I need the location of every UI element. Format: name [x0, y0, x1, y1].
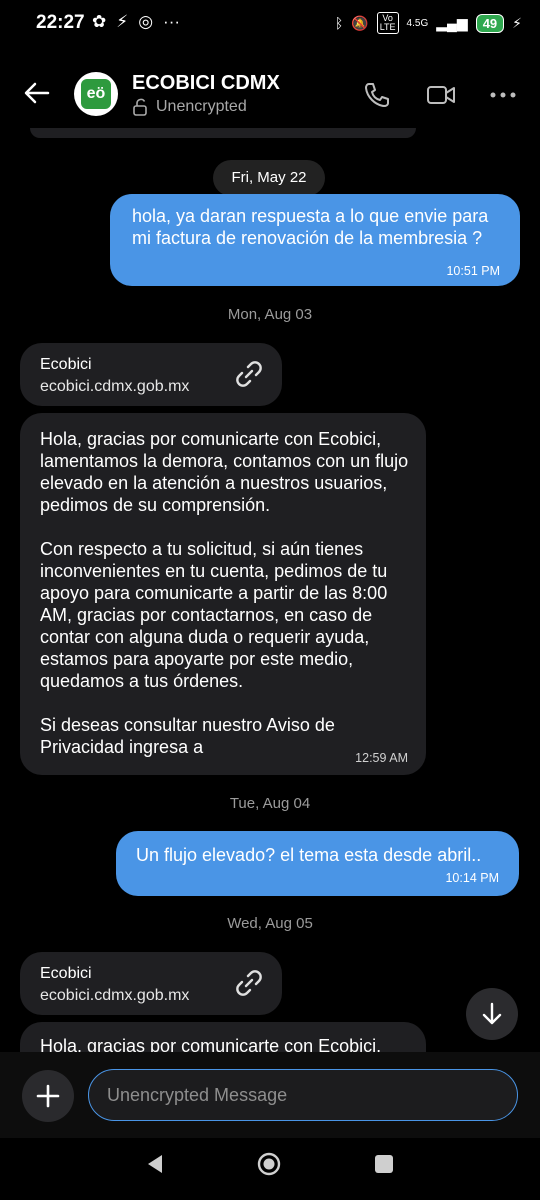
contact-avatar[interactable]: eö — [74, 72, 118, 116]
link-preview[interactable]: Ecobici ecobici.cdmx.gob.mx — [20, 952, 282, 1015]
battery-level: 49 — [475, 13, 505, 33]
message-paragraph: Si deseas consultar nuestro Aviso de Pri… — [40, 715, 335, 757]
floating-date-pill: Fri, May 22 — [213, 160, 325, 196]
mute-icon: 🔕 — [351, 14, 369, 31]
volte-icon: Vo LTE — [376, 12, 399, 34]
message-timestamp: 12:59 AM — [355, 751, 408, 765]
link-preview[interactable]: Ecobici ecobici.cdmx.gob.mx — [20, 343, 282, 406]
plus-icon — [36, 1084, 60, 1108]
message-timestamp: 10:14 PM — [445, 871, 499, 885]
nav-back-icon[interactable] — [144, 1152, 168, 1176]
bolt-icon: ⚡ — [116, 12, 129, 31]
phone-call-icon[interactable] — [362, 80, 392, 110]
date-separator: Wed, Aug 05 — [227, 915, 313, 932]
encryption-status: Unencrypted — [132, 98, 247, 116]
date-separator: Mon, Aug 03 — [227, 306, 313, 323]
link-title: Ecobici — [40, 356, 92, 373]
incoming-message[interactable]: Hola, gracias por comunicarte con Ecobic… — [20, 413, 426, 775]
bluetooth-icon: ᛒ — [334, 15, 344, 31]
status-system-icons: ᛒ 🔕 Vo LTE 4.5G ▂▄▆ 49 ⚡ — [335, 12, 522, 34]
more-options-icon[interactable] — [488, 80, 518, 110]
previous-message-edge — [30, 128, 416, 138]
more-notifications-icon: ··· — [163, 12, 181, 31]
message-text: Un flujo elevado? el tema esta desde abr… — [136, 845, 482, 865]
link-title: Ecobici — [40, 965, 92, 982]
nav-home-icon[interactable] — [257, 1152, 281, 1176]
link-icon — [236, 361, 262, 387]
attach-button[interactable] — [22, 1070, 74, 1122]
unlocked-icon — [133, 98, 147, 116]
back-arrow-icon[interactable] — [22, 78, 52, 108]
app-icon: ◎ — [138, 12, 154, 31]
message-input[interactable] — [88, 1069, 518, 1121]
message-text: hola, ya daran respuesta a lo que envie … — [132, 206, 489, 248]
signal-icon: ▂▄▆ — [436, 14, 468, 31]
link-icon — [236, 970, 262, 996]
link-url: ecobici.cdmx.gob.mx — [40, 987, 190, 1004]
video-call-icon[interactable] — [426, 80, 456, 110]
status-notification-icons: ✿ ⚡ ◎ ··· — [92, 12, 180, 32]
charging-icon: ⚡ — [512, 14, 522, 31]
encryption-label: Unencrypted — [156, 98, 247, 115]
ecobici-logo: eö — [81, 79, 111, 109]
message-paragraph: Con respecto a tu solicitud, si aún tien… — [40, 539, 388, 691]
scroll-to-bottom-button[interactable] — [466, 988, 518, 1040]
message-timestamp: 10:51 PM — [446, 264, 500, 278]
link-url: ecobici.cdmx.gob.mx — [40, 378, 190, 395]
network-type: 4.5G — [406, 17, 429, 29]
outgoing-message[interactable]: Un flujo elevado? el tema esta desde abr… — [116, 831, 519, 896]
outgoing-message[interactable]: hola, ya daran respuesta a lo que envie … — [110, 194, 520, 286]
nav-recents-icon[interactable] — [372, 1152, 396, 1176]
message-paragraph: Hola, gracias por comunicarte con Ecobic… — [40, 429, 409, 515]
arrow-down-icon — [482, 1002, 502, 1025]
bird-icon: ✿ — [92, 12, 107, 31]
status-time: 22:27 — [36, 12, 85, 33]
date-separator: Tue, Aug 04 — [229, 795, 311, 812]
contact-name[interactable]: ECOBICI CDMX — [132, 72, 280, 95]
